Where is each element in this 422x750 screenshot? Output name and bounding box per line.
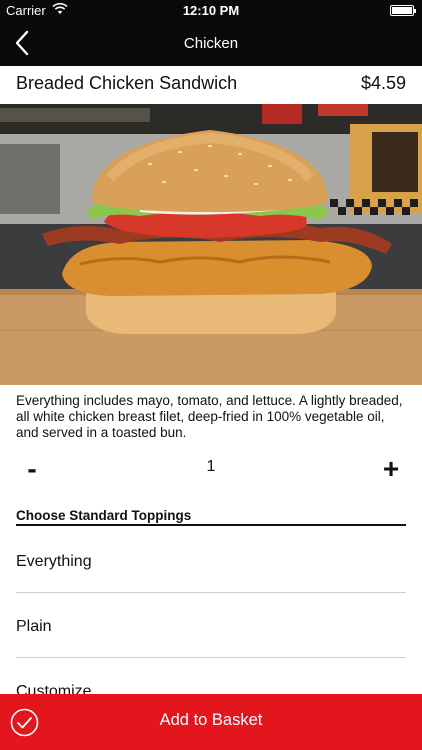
- option-label: Everything: [16, 553, 92, 570]
- status-bar: Carrier 12:10 PM: [0, 0, 422, 22]
- toppings-header: Choose Standard Toppings: [16, 508, 406, 526]
- product-price: $4.59: [360, 73, 406, 93]
- battery-icon: [390, 5, 416, 16]
- status-time: 12:10 PM: [182, 3, 240, 18]
- product-photo: [0, 104, 422, 385]
- product-header: Breaded Chicken Sandwich $4.59: [0, 66, 422, 104]
- increase-quantity-button[interactable]: +: [376, 452, 406, 486]
- quantity-stepper: - 1 +: [0, 450, 422, 490]
- topping-option-everything[interactable]: Everything: [16, 528, 406, 593]
- product-name: Breaded Chicken Sandwich: [16, 73, 238, 93]
- quantity-value: 1: [206, 458, 216, 475]
- top-bar: Carrier 12:10 PM Chicken: [0, 0, 422, 66]
- topping-option-plain[interactable]: Plain: [16, 593, 406, 658]
- nav-title: Chicken: [183, 35, 239, 52]
- option-label: Plain: [16, 618, 52, 635]
- product-description: Everything includes mayo, tomato, and le…: [16, 393, 403, 440]
- add-to-basket-button[interactable]: Add to Basket: [0, 694, 422, 750]
- nav-bar: Chicken: [0, 22, 422, 66]
- add-to-basket-label: Add to Basket: [159, 711, 263, 729]
